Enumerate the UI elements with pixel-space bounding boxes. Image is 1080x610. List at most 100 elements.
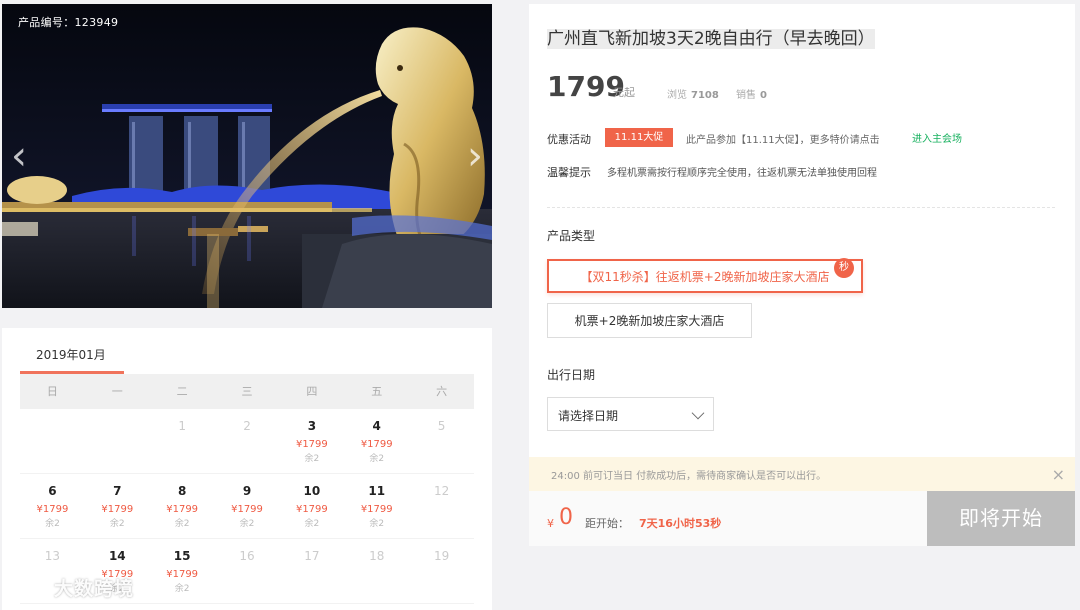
views-label: 浏览 — [667, 90, 687, 101]
day-stock: 余2 — [174, 584, 190, 594]
calendar-day-cell — [20, 409, 85, 473]
day-price: ¥1799 — [36, 504, 69, 515]
weekday-label: 二 — [176, 385, 188, 398]
day-number: 4 — [372, 419, 381, 433]
product-detail-panel: 广州直飞新加坡3天2晚自由行（早去晚回） 1799 元起 浏览 7108 销售 0 … — [529, 4, 1075, 546]
day-number: 10 — [303, 484, 321, 498]
countdown-timer: 7天16小时53秒 — [639, 517, 722, 530]
product-type-label: 产品类型 — [547, 229, 596, 243]
day-price: ¥1799 — [360, 439, 393, 450]
tip-label: 温馨提示 — [547, 166, 591, 179]
day-number: 7 — [113, 484, 122, 498]
day-number: 6 — [48, 484, 57, 498]
tip-text: 多程机票需按行程顺序完全使用，往返机票无法单独使用回程 — [607, 168, 877, 179]
calendar-day-cell[interactable]: 15 ¥1799 余2 — [150, 539, 215, 603]
day-number: 5 — [437, 419, 446, 433]
day-stock: 余2 — [239, 519, 255, 529]
day-stock: 余2 — [369, 454, 385, 464]
product-stats: 浏览 7108 销售 0 — [667, 86, 781, 101]
day-number: 18 — [369, 549, 385, 563]
brand-logo-icon — [11, 578, 47, 595]
day-stock: 余2 — [369, 519, 385, 529]
day-stock: 余2 — [304, 519, 320, 529]
notice-text: 24:00 前可订当日 付款成功后，需待商家确认是否可以出行。 — [551, 471, 827, 482]
sales-label: 销售 — [736, 90, 757, 101]
flash-sale-badge: 秒 — [834, 258, 854, 278]
day-number: 1 — [178, 419, 186, 433]
calendar-day-cell[interactable]: 8 ¥1799 余2 — [150, 474, 215, 538]
page: 产品编号：123949 ‹ › 2019年01月 日 一 二 三 四 五 六 1… — [0, 0, 1080, 610]
day-number: 3 — [307, 419, 317, 433]
weekday-label: 四 — [306, 385, 318, 398]
coming-soon-button[interactable]: 即将开始 — [927, 491, 1075, 546]
weekday-label: 一 — [111, 385, 123, 398]
day-number: 2 — [243, 419, 251, 433]
booking-notice: 24:00 前可订当日 付款成功后，需待商家确认是否可以出行。 × — [529, 457, 1075, 491]
divider — [547, 207, 1055, 208]
calendar-day-cell: 1 — [150, 409, 215, 473]
day-number: 9 — [242, 484, 252, 498]
day-number: 16 — [239, 549, 255, 563]
calendar-day-cell — [85, 409, 150, 473]
calendar-day-cell[interactable]: 7 ¥1799 余2 — [85, 474, 150, 538]
day-number: 13 — [44, 549, 61, 563]
calendar-day-cell[interactable]: 3 ¥1799 余2 — [279, 409, 344, 473]
day-stock: 余2 — [304, 454, 320, 464]
watermark: 大数跨境 — [8, 574, 134, 601]
calendar-week-row: 6 ¥1799 余2 7 ¥1799 余2 8 ¥1799 余2 9 ¥1799 余2 10 ¥1799 余… — [20, 474, 474, 539]
day-number: 8 — [177, 484, 187, 498]
close-icon[interactable]: × — [1052, 465, 1065, 484]
day-number: 19 — [433, 549, 450, 563]
currency-symbol: ¥ — [547, 517, 554, 530]
day-price: ¥1799 — [360, 504, 393, 515]
day-number — [85, 419, 150, 437]
calendar-day-cell: 18 — [344, 539, 409, 603]
calendar-day-cell[interactable]: 4 ¥1799 余2 — [344, 409, 409, 473]
travel-date-label: 出行日期 — [547, 368, 596, 382]
month-tab[interactable]: 2019年01月 — [20, 328, 124, 374]
product-photo: 产品编号：123949 ‹ › — [2, 4, 492, 308]
total-amount: 0 — [559, 505, 573, 530]
product-type-option-standard[interactable]: 机票+2晚新加坡庄家大酒店 — [547, 303, 752, 338]
calendar-day-cell: 19 — [409, 539, 474, 603]
day-number — [20, 419, 85, 437]
weekday-label: 三 — [241, 385, 253, 398]
chevron-down-icon — [691, 406, 705, 420]
calendar-day-cell: 12 — [409, 474, 474, 538]
calendar-day-cell: 16 — [215, 539, 280, 603]
date-select-value: 请选择日期 — [558, 409, 619, 423]
product-type-option-flash-sale[interactable]: 【双11秒杀】往返机票+2晚新加坡庄家大酒店 — [547, 259, 863, 293]
day-number: 17 — [304, 549, 320, 563]
calendar-day-cell: 2 — [215, 409, 280, 473]
weekday-label: 六 — [436, 385, 448, 398]
day-stock: 余2 — [45, 519, 60, 529]
calendar-day-cell[interactable]: 10 ¥1799 余2 — [279, 474, 344, 538]
day-number: 15 — [173, 549, 191, 563]
singapore-night-scene-image — [2, 4, 492, 308]
day-price: ¥1799 — [295, 504, 328, 515]
day-price: ¥1799 — [295, 439, 328, 450]
calendar-day-cell[interactable]: 9 ¥1799 余2 — [215, 474, 280, 538]
day-price: ¥1799 — [166, 569, 199, 580]
sales-count: 0 — [760, 90, 767, 101]
weekday-header: 日 一 二 三 四 五 六 — [20, 374, 474, 409]
chevron-right-icon[interactable]: › — [464, 136, 486, 176]
buy-bar: ¥ 0 距开始： 7天16小时53秒 即将开始 — [529, 491, 1075, 546]
promo-badge: 11.11大促 — [605, 128, 673, 147]
day-price: ¥1799 — [166, 504, 199, 515]
countdown-label: 距开始： — [585, 517, 629, 530]
calendar-day-cell[interactable]: 11 ¥1799 余2 — [344, 474, 409, 538]
date-calendar: 2019年01月 日 一 二 三 四 五 六 1 2 3 ¥1799 余2 4 ¥1799 余… — [2, 328, 492, 610]
main-venue-link[interactable]: 进入主会场 — [912, 130, 962, 145]
day-price: ¥1799 — [101, 504, 134, 515]
travel-date-select[interactable]: 请选择日期 — [547, 397, 714, 431]
calendar-grid: 日 一 二 三 四 五 六 1 2 3 ¥1799 余2 4 ¥1799 余2 5 6 ¥1799 余… — [20, 374, 474, 604]
day-price: ¥1799 — [231, 504, 263, 515]
chevron-left-icon[interactable]: ‹ — [8, 136, 30, 176]
day-number: 14 — [108, 549, 126, 563]
price-unit: 元起 — [613, 86, 635, 99]
promo-label: 优惠活动 — [547, 133, 591, 146]
day-stock: 余2 — [109, 519, 125, 529]
product-title: 广州直飞新加坡3天2晚自由行（早去晚回） — [547, 29, 875, 49]
calendar-day-cell[interactable]: 6 ¥1799 余2 — [20, 474, 85, 538]
